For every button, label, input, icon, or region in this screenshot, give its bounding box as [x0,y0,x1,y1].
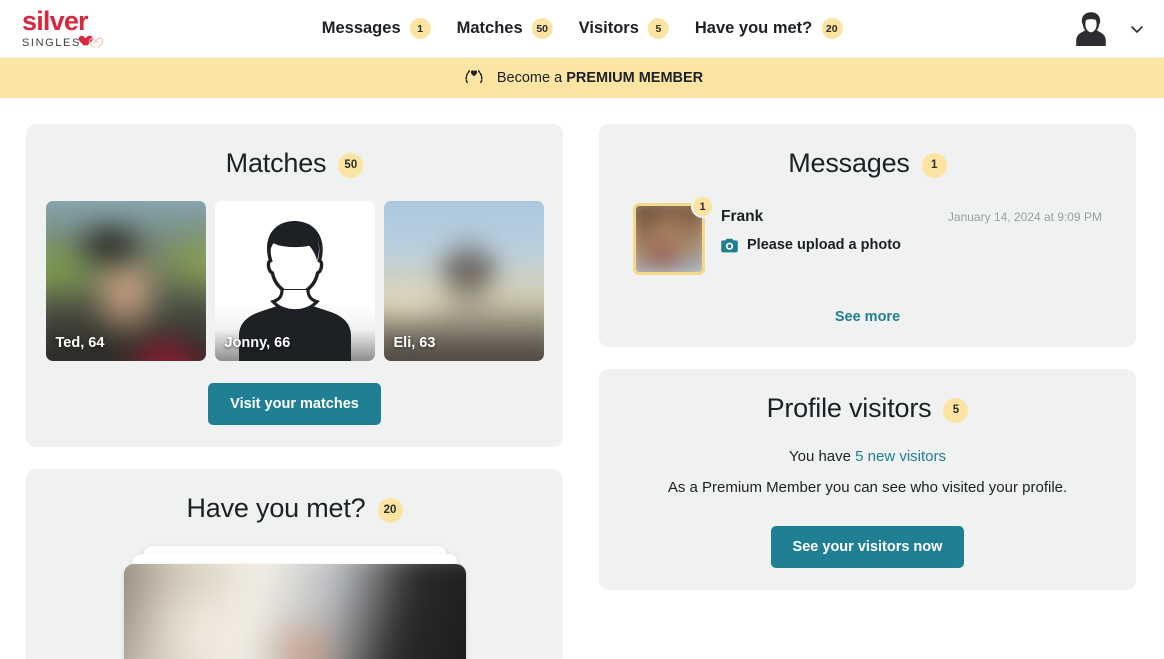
brand-logo[interactable]: silver SINGLES [22,5,114,50]
have-you-met-card: Have you met? 20 [26,469,563,659]
profile-visitors-line2: As a Premium Member you can see who visi… [667,479,1068,496]
profile-visitors-button-row: See your visitors now [619,526,1116,568]
premium-banner[interactable]: Become a PREMIUM MEMBER [0,58,1164,98]
see-more-link[interactable]: See more [835,309,900,325]
brand-logo-main: silver [22,5,89,36]
nav-badge-messages: 1 [409,18,431,39]
laurel-wreath-heart-icon [461,68,487,88]
nav-badge-matches: 50 [531,18,553,39]
user-menu[interactable] [1070,8,1144,50]
matches-title: Matches [225,148,327,178]
message-preview-text: Please upload a photo [747,237,901,253]
message-avatar-wrap: 1 [633,195,714,275]
nav-item-messages[interactable]: Messages 1 [322,18,431,39]
nav-item-have-you-met[interactable]: Have you met? 20 [694,18,843,39]
messages-card: Messages 1 1 Frank January 14, 2024 at 9… [599,124,1136,347]
camera-icon [721,238,738,253]
have-you-met-card-stack[interactable] [46,546,543,659]
match-card-eli[interactable]: Eli, 63 [383,201,544,361]
card-stack-layer-front[interactable] [123,564,466,659]
match-card-ted[interactable]: Ted, 64 [45,201,206,361]
app-header: silver SINGLES Messages 1 Matches 50 Vis… [0,0,1164,58]
match-name-jonny: Jonny, 66 [224,335,291,351]
messages-title-row: Messages 1 [619,148,1116,179]
nav-label-messages: Messages [321,19,401,37]
nav-label-visitors: Visitors [578,19,639,37]
profile-visitors-title: Profile visitors [766,393,932,423]
message-sender-name: Frank [721,208,764,225]
message-body: Frank January 14, 2024 at 9:09 PM Please… [721,203,1102,253]
profile-visitors-badge: 5 [943,397,969,423]
matches-badge: 50 [338,152,364,178]
nav-item-matches[interactable]: Matches 50 [457,18,553,39]
have-you-met-title: Have you met? [186,493,366,523]
right-column: Messages 1 1 Frank January 14, 2024 at 9… [599,124,1136,590]
matches-button-row: Visit your matches [46,383,543,425]
new-visitors-link[interactable]: 5 new visitors [855,448,946,465]
match-name-eli: Eli, 63 [393,335,436,351]
premium-banner-text-bold: PREMIUM MEMBER [566,70,704,86]
profile-visitors-title-row: Profile visitors 5 [619,393,1116,424]
matches-grid: Ted, 64 Jonny, 66 Eli, 63 [45,201,544,361]
matches-card: Matches 50 Ted, 64 Jonny, 66 Eli, 63 Vis… [26,124,563,447]
profile-visitors-card: Profile visitors 5 You have 5 new visito… [599,369,1136,590]
nav-label-matches: Matches [456,19,523,37]
see-more-row: See more [619,309,1116,325]
visit-your-matches-button[interactable]: Visit your matches [208,383,381,425]
have-you-met-photo [123,564,466,659]
main-navigation: Messages 1 Matches 50 Visitors 5 Have yo… [322,18,843,39]
main-content: Matches 50 Ted, 64 Jonny, 66 Eli, 63 Vis… [0,98,1164,659]
profile-visitors-line1: You have 5 new visitors [619,448,1116,465]
message-timestamp: January 14, 2024 at 9:09 PM [947,210,1102,224]
message-header-row: Frank January 14, 2024 at 9:09 PM [721,208,1102,226]
message-preview-row: Please upload a photo [721,237,1102,253]
match-name-ted: Ted, 64 [55,335,105,351]
nav-badge-have-you-met: 20 [821,18,843,39]
double-heart-icon [83,36,109,50]
left-column: Matches 50 Ted, 64 Jonny, 66 Eli, 63 Vis… [26,124,563,659]
have-you-met-badge: 20 [377,497,403,523]
matches-title-row: Matches 50 [46,148,543,179]
message-list-item[interactable]: 1 Frank January 14, 2024 at 9:09 PM Plea… [619,195,1116,275]
message-unread-badge: 1 [691,195,714,218]
messages-badge: 1 [921,152,947,178]
nav-item-visitors[interactable]: Visitors 5 [579,18,669,39]
see-your-visitors-now-button[interactable]: See your visitors now [770,526,965,568]
premium-banner-text-normal: Become a [496,70,567,86]
have-you-met-title-row: Have you met? 20 [46,493,543,524]
user-avatar-icon[interactable] [1070,8,1112,50]
nav-badge-visitors: 5 [647,18,669,39]
brand-logo-sub: SINGLES [22,36,81,49]
match-card-jonny[interactable]: Jonny, 66 [214,201,375,361]
profile-visitors-line1-prefix: You have [788,448,856,465]
messages-title: Messages [788,148,910,178]
chevron-down-icon[interactable] [1130,22,1144,36]
premium-banner-text: Become a PREMIUM MEMBER [497,70,703,86]
nav-label-have-you-met: Have you met? [694,19,813,37]
